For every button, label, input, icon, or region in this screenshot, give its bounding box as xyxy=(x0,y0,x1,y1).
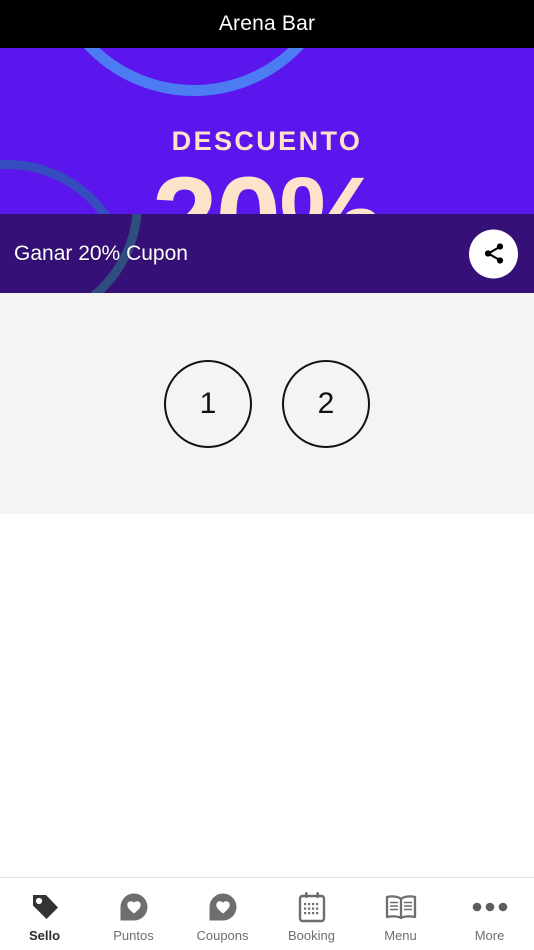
stamp-number: 1 xyxy=(199,386,217,420)
promo-banner[interactable]: DESCUENTO 20% Ganar 20% Cupon xyxy=(0,48,534,293)
tab-more[interactable]: More xyxy=(445,878,534,950)
decorative-arc-blue xyxy=(44,48,344,96)
calendar-icon xyxy=(297,890,327,924)
tab-sello[interactable]: Sello xyxy=(0,878,89,950)
share-icon xyxy=(482,242,506,266)
tab-label: Puntos xyxy=(113,928,154,943)
content-area xyxy=(0,514,534,877)
top-bar: Arena Bar xyxy=(0,0,534,48)
app-screen: Arena Bar DESCUENTO 20% Ganar 20% Cupon xyxy=(0,0,534,950)
tab-puntos[interactable]: Puntos xyxy=(89,878,178,950)
tab-label: Menu xyxy=(384,928,417,943)
bottom-tab-bar: Sello Puntos Coupons Booking Menu More xyxy=(0,877,534,950)
tab-menu[interactable]: Menu xyxy=(356,878,445,950)
stamp-number: 2 xyxy=(317,386,335,420)
promo-caption-band: Ganar 20% Cupon xyxy=(0,214,534,293)
tab-label: More xyxy=(474,928,505,943)
promo-caption: Ganar 20% Cupon xyxy=(14,241,188,265)
heart-pin-icon xyxy=(119,890,149,924)
share-button[interactable] xyxy=(469,229,518,278)
stamp-card: 1 2 xyxy=(0,293,534,514)
heart-pin-icon xyxy=(208,890,238,924)
tab-label: Coupons xyxy=(196,928,249,943)
tab-label: Booking xyxy=(288,928,335,943)
stamp-slot[interactable]: 1 xyxy=(164,359,252,448)
book-icon xyxy=(384,890,418,924)
tab-booking[interactable]: Booking xyxy=(267,878,356,950)
page-title: Arena Bar xyxy=(218,12,316,35)
ellipsis-icon xyxy=(472,890,508,924)
tab-coupons[interactable]: Coupons xyxy=(178,878,267,950)
tab-label: Sello xyxy=(28,928,61,943)
stamp-slot[interactable]: 2 xyxy=(282,359,370,448)
tag-icon xyxy=(29,890,61,924)
